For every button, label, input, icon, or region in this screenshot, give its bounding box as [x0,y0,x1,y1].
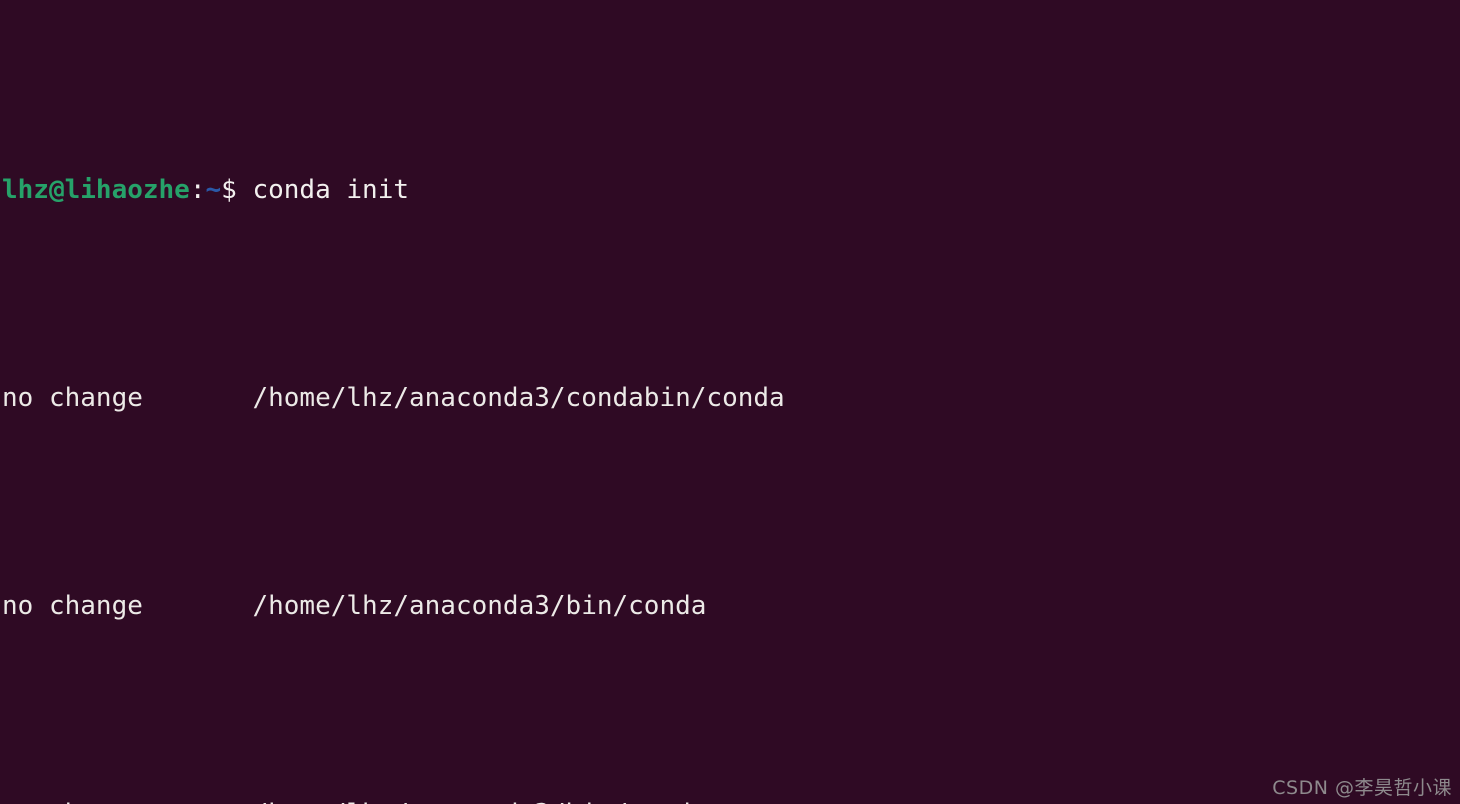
csdn-watermark: CSDN @李昊哲小课 [1272,777,1452,799]
output-path: /home/lhz/anaconda3/bin/conda-env [252,799,769,804]
terminal-window[interactable]: lhz@lihaozhe:~$ conda init no change /ho… [0,0,1460,804]
output-status: no change [2,383,143,413]
output-status: no change [2,799,143,804]
output-line: no change /home/lhz/anaconda3/bin/conda-… [2,788,1460,804]
command-text: conda init [252,175,410,205]
output-pad [143,799,253,804]
terminal-screen: lhz@lihaozhe:~$ conda init no change /ho… [2,8,1460,804]
output-pad [143,591,253,621]
output-line: no change /home/lhz/anaconda3/bin/conda [2,580,1460,632]
prompt-sigil: $ [221,175,253,205]
output-path: /home/lhz/anaconda3/condabin/conda [252,383,785,413]
output-line: no change /home/lhz/anaconda3/condabin/c… [2,372,1460,424]
prompt-separator: : [189,175,206,205]
prompt-path: ~ [205,175,222,205]
output-pad [143,383,253,413]
output-status: no change [2,591,143,621]
prompt-user-host: lhz@lihaozhe [2,175,190,205]
prompt-line: lhz@lihaozhe:~$ conda init [2,164,1460,216]
output-path: /home/lhz/anaconda3/bin/conda [252,591,707,621]
